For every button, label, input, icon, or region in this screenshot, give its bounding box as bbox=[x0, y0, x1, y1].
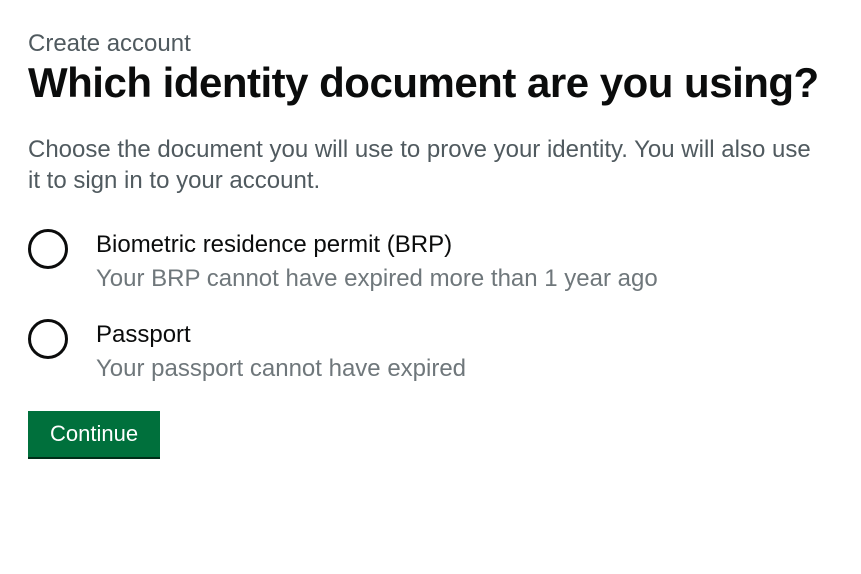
form-container: Create account Which identity document a… bbox=[28, 30, 833, 457]
document-radio-group: Biometric residence permit (BRP) Your BR… bbox=[28, 227, 833, 383]
radio-circle-icon[interactable] bbox=[28, 229, 68, 269]
page-description: Choose the document you will use to prov… bbox=[28, 134, 828, 196]
radio-label-passport[interactable]: Passport bbox=[96, 321, 466, 349]
radio-content: Biometric residence permit (BRP) Your BR… bbox=[96, 227, 658, 293]
radio-content: Passport Your passport cannot have expir… bbox=[96, 317, 466, 383]
radio-hint-brp: Your BRP cannot have expired more than 1… bbox=[96, 265, 658, 292]
radio-label-brp[interactable]: Biometric residence permit (BRP) bbox=[96, 231, 658, 259]
radio-item-passport[interactable]: Passport Your passport cannot have expir… bbox=[28, 317, 833, 383]
radio-hint-passport: Your passport cannot have expired bbox=[96, 355, 466, 382]
page-caption: Create account bbox=[28, 30, 833, 58]
radio-item-brp[interactable]: Biometric residence permit (BRP) Your BR… bbox=[28, 227, 833, 293]
page-heading: Which identity document are you using? bbox=[28, 60, 833, 106]
radio-circle-icon[interactable] bbox=[28, 319, 68, 359]
continue-button[interactable]: Continue bbox=[28, 411, 160, 457]
